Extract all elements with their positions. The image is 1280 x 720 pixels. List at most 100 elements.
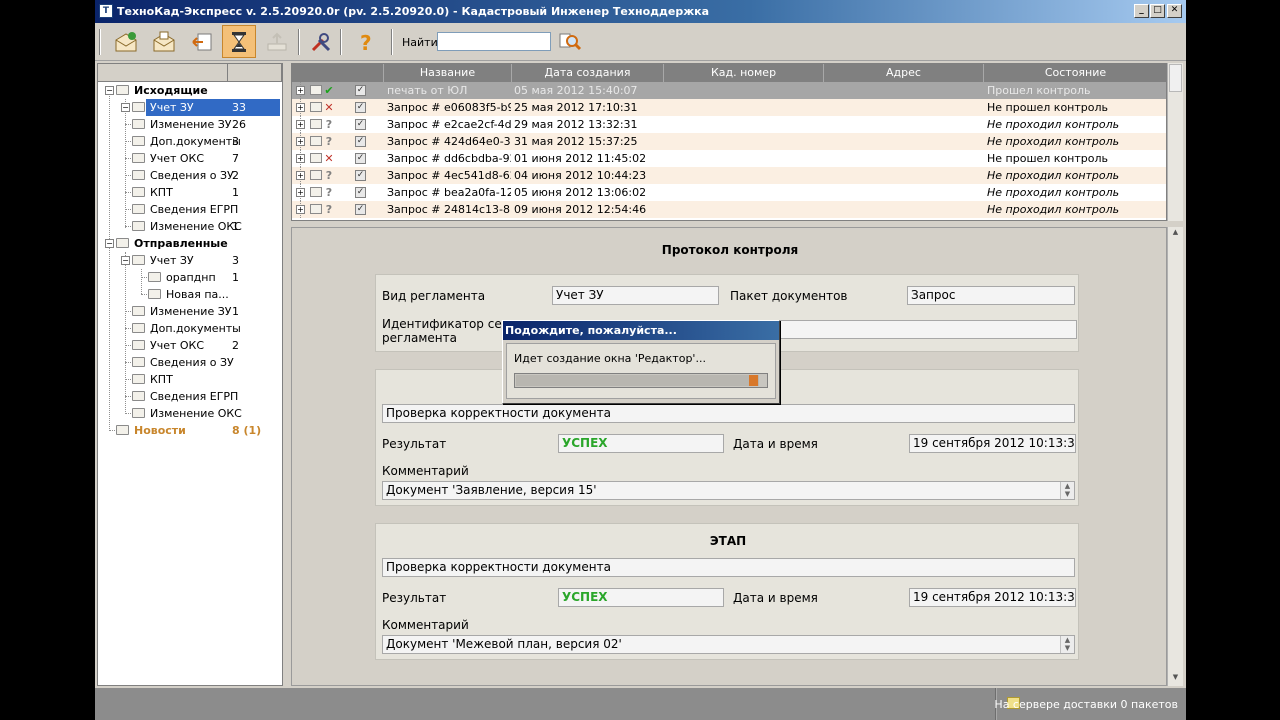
folder-icon xyxy=(132,170,145,180)
tree-node-sent-egrp[interactable]: Сведения ЕГРП xyxy=(98,388,282,405)
stage2-check-field[interactable]: Проверка корректности документа xyxy=(382,558,1075,577)
close-button[interactable]: ✕ xyxy=(1167,4,1182,18)
stage-panel-2: ЭТАП Проверка корректности документа Рез… xyxy=(375,523,1079,660)
help-button[interactable]: ? xyxy=(349,25,383,58)
stage2-datetime-field[interactable]: 19 сентября 2012 10:13:35 xyxy=(909,588,1076,607)
folder-tree[interactable]: − Исходящие − Учет ЗУ 33 Изменение ЗУ 26… xyxy=(97,63,283,686)
tree-node-sent-sub-orapdnp[interactable]: орапднп 1 xyxy=(98,269,282,286)
expand-toggle[interactable]: + xyxy=(296,137,305,146)
tree-node-sent-izm-oks[interactable]: Изменение ОКС xyxy=(98,405,282,422)
tree-node-sent-uchet-zu[interactable]: − Учет ЗУ 3 xyxy=(98,252,282,269)
row-checkbox[interactable]: ✓ xyxy=(355,170,366,181)
tree-node-outgoing-egrp[interactable]: Сведения ЕГРП xyxy=(98,201,282,218)
collapse-toggle[interactable]: − xyxy=(121,256,130,265)
tree-node-outgoing-izm-zu[interactable]: Изменение ЗУ 26 xyxy=(98,116,282,133)
column-name[interactable]: Название xyxy=(384,64,512,82)
expand-toggle[interactable]: + xyxy=(296,205,305,214)
table-row[interactable]: + ✕ ✓ Запрос # dd6cbdba-92c...01 июня 2012 … xyxy=(292,150,1166,167)
tree-node-sent-kpt[interactable]: КПТ xyxy=(98,371,282,388)
tree-node-news[interactable]: Новости 8 (1) xyxy=(98,422,282,439)
tree-node-sent-sub-new[interactable]: Новая па... xyxy=(98,286,282,303)
row-checkbox[interactable]: ✓ xyxy=(355,187,366,198)
scroll-down-arrow[interactable]: ▼ xyxy=(1169,673,1182,685)
maximize-button[interactable]: □ xyxy=(1150,4,1165,18)
expand-toggle[interactable]: + xyxy=(296,86,305,95)
table-row[interactable]: + ✔ ✓ печать от ЮЛ 05 мая 2012 15:40:07 Проше… xyxy=(292,82,1166,99)
expand-toggle[interactable]: + xyxy=(296,188,305,197)
packages-grid[interactable]: Название Дата создания Кад. номер Адрес … xyxy=(291,63,1167,221)
table-row[interactable]: +? ✓ Запрос # 24814c13-8b0...09 июня 2012 … xyxy=(292,201,1166,218)
expand-toggle[interactable]: + xyxy=(296,154,305,163)
status-icon: ? xyxy=(325,203,333,216)
collapse-toggle[interactable]: − xyxy=(105,86,114,95)
stage2-result-field[interactable]: УСПЕХ xyxy=(558,588,724,607)
reglament-field[interactable]: Учет ЗУ xyxy=(552,286,719,305)
tree-node-outgoing-izm-oks[interactable]: Изменение ОКС 1 xyxy=(98,218,282,235)
package-icon xyxy=(310,85,322,95)
status-icon: ✕ xyxy=(324,152,334,165)
tree-node-outgoing-sved-zu[interactable]: Сведения о ЗУ 2 xyxy=(98,167,282,184)
tree-node-sent-uchet-oks[interactable]: Учет ОКС 2 xyxy=(98,337,282,354)
table-row[interactable]: +? ✓ Запрос # 4ec541d8-626...04 июня 2012 … xyxy=(292,167,1166,184)
row-checkbox[interactable]: ✓ xyxy=(355,204,366,215)
stage1-check-field[interactable]: Проверка корректности документа xyxy=(382,404,1075,423)
row-checkbox[interactable]: ✓ xyxy=(355,85,366,96)
stage1-datetime-field[interactable]: 19 сентября 2012 10:13:35 xyxy=(909,434,1076,453)
protocol-scrollbar[interactable]: ▲ ▼ xyxy=(1167,227,1183,686)
new-envelope-button[interactable] xyxy=(109,25,143,58)
hourglass-button[interactable] xyxy=(222,25,256,58)
scrollbar-thumb[interactable] xyxy=(1169,64,1182,92)
stage1-result-field[interactable]: УСПЕХ xyxy=(558,434,724,453)
stage1-comment-field[interactable]: Документ 'Заявление, версия 15' ▲ ▼ xyxy=(382,481,1075,500)
tree-node-outgoing-uchet-oks[interactable]: Учет ОКС 7 xyxy=(98,150,282,167)
expand-toggle[interactable]: + xyxy=(296,171,305,180)
tree-node-outgoing[interactable]: − Исходящие xyxy=(98,82,282,99)
comment-spin-buttons[interactable]: ▲ ▼ xyxy=(1060,636,1074,653)
tree-node-sent-dop-docs[interactable]: Доп.документы xyxy=(98,320,282,337)
cell-state: Прошел контроль xyxy=(987,84,1091,97)
package-icon xyxy=(310,187,322,197)
search-button[interactable] xyxy=(556,25,584,58)
send-button-disabled[interactable] xyxy=(260,25,294,58)
search-input[interactable] xyxy=(437,32,551,51)
row-checkbox[interactable]: ✓ xyxy=(355,102,366,113)
settings-button[interactable] xyxy=(304,25,338,58)
stage2-comment-field[interactable]: Документ 'Межевой план, версия 02' ▲ ▼ xyxy=(382,635,1075,654)
tree-node-sent-izm-zu[interactable]: Изменение ЗУ 1 xyxy=(98,303,282,320)
column-address[interactable]: Адрес xyxy=(824,64,984,82)
row-checkbox[interactable]: ✓ xyxy=(355,119,366,130)
row-checkbox[interactable]: ✓ xyxy=(355,136,366,147)
tree-node-outgoing-uchet-zu[interactable]: − Учет ЗУ 33 xyxy=(98,99,282,116)
column-state[interactable]: Состояние xyxy=(984,64,1166,82)
scroll-up-arrow[interactable]: ▲ xyxy=(1169,228,1182,240)
tree-node-sent-sved-zu[interactable]: Сведения о ЗУ xyxy=(98,354,282,371)
tree-node-outgoing-dop-docs[interactable]: Доп.документы 3 xyxy=(98,133,282,150)
title-bar[interactable]: T ТехноКад-Экспресс v. 2.5.20920.0r (pv.… xyxy=(95,0,1186,23)
grid-scrollbar[interactable] xyxy=(1167,63,1183,221)
cell-name: Запрос # e2cae2cf-4da... xyxy=(387,118,511,131)
package-field[interactable]: Запрос xyxy=(907,286,1075,305)
comment-spin-buttons[interactable]: ▲ ▼ xyxy=(1060,482,1074,499)
cell-state: Не проходил контроль xyxy=(987,118,1120,131)
open-envelope-button[interactable] xyxy=(147,25,181,58)
wait-dialog: Подождите, пожалуйста... Идет создание о… xyxy=(502,320,780,404)
vertical-splitter[interactable] xyxy=(285,63,289,686)
table-row[interactable]: + ✕ ✓ Запрос # e06083f5-b98...25 мая 2012 1… xyxy=(292,99,1166,116)
collapse-toggle[interactable]: − xyxy=(105,239,114,248)
collapse-toggle[interactable]: − xyxy=(121,103,130,112)
toolbar-separator xyxy=(391,29,393,55)
minimize-button[interactable]: _ xyxy=(1134,4,1149,18)
expand-toggle[interactable]: + xyxy=(296,120,305,129)
table-row[interactable]: +? ✓ Запрос # e2cae2cf-4da...29 мая 2012 1… xyxy=(292,116,1166,133)
tree-node-sent[interactable]: − Отправленные xyxy=(98,235,282,252)
column-cad-number[interactable]: Кад. номер xyxy=(664,64,824,82)
table-row[interactable]: +? ✓ Запрос # bea2a0fa-127...05 июня 2012 … xyxy=(292,184,1166,201)
row-checkbox[interactable]: ✓ xyxy=(355,153,366,164)
column-date[interactable]: Дата создания xyxy=(512,64,664,82)
package-icon xyxy=(310,119,322,129)
table-row[interactable]: +? ✓ Запрос # 424d64e0-3d...31 мая 2012 15… xyxy=(292,133,1166,150)
expand-toggle[interactable]: + xyxy=(296,103,305,112)
tree-node-outgoing-kpt[interactable]: КПТ 1 xyxy=(98,184,282,201)
import-button[interactable] xyxy=(185,25,219,58)
stage2-result-label: Результат xyxy=(382,591,447,605)
